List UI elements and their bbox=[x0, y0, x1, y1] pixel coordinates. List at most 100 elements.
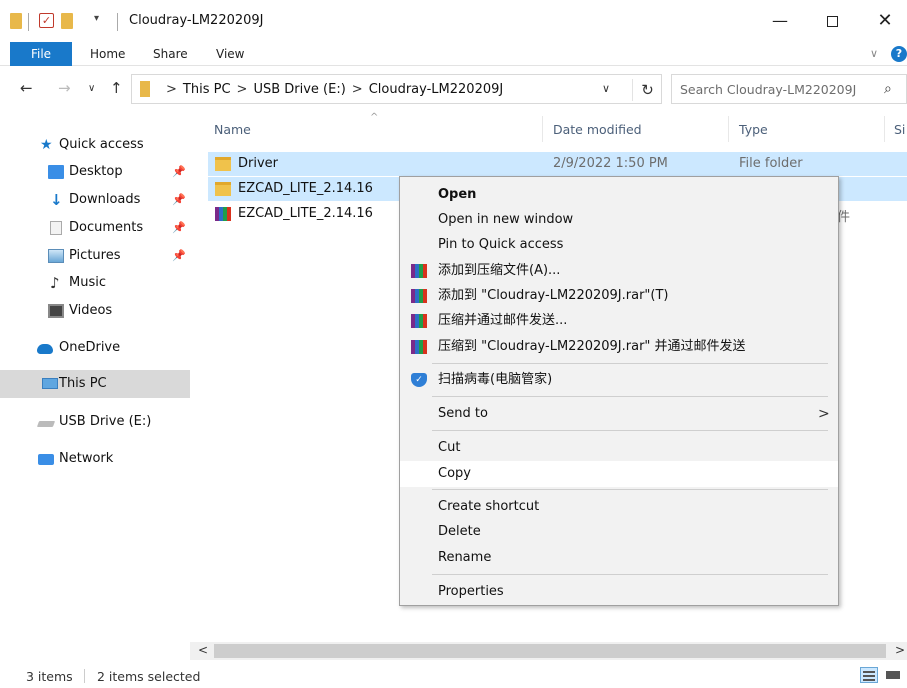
details-view-icon[interactable] bbox=[860, 667, 878, 683]
breadcrumb-usb-drive[interactable]: USB Drive (E:) bbox=[253, 82, 345, 97]
maximize-button[interactable] bbox=[812, 6, 852, 36]
menu-item-rar-add-named[interactable]: 添加到 "Cloudray-LM220209J.rar"(T) bbox=[400, 284, 838, 308]
menu-item-rename[interactable]: Rename bbox=[400, 546, 838, 570]
breadcrumb-this-pc[interactable]: This PC bbox=[183, 82, 231, 97]
breadcrumb-current-folder[interactable]: Cloudray-LM220209J bbox=[369, 82, 504, 97]
menu-label: Send to bbox=[438, 406, 488, 421]
tab-home[interactable]: Home bbox=[90, 42, 125, 66]
menu-item-rar-add[interactable]: 添加到压缩文件(A)... bbox=[400, 259, 838, 283]
menu-item-create-shortcut[interactable]: Create shortcut bbox=[400, 495, 838, 519]
recent-locations-chevron-icon[interactable]: ∨ bbox=[88, 83, 95, 94]
tab-file[interactable]: File bbox=[10, 42, 72, 66]
back-arrow-icon[interactable]: ← bbox=[20, 79, 33, 97]
sort-ascending-icon: ^ bbox=[370, 112, 379, 123]
column-size[interactable]: Si bbox=[894, 122, 905, 137]
menu-item-pin-quick-access[interactable]: Pin to Quick access bbox=[400, 233, 838, 257]
nav-item-onedrive[interactable]: OneDrive bbox=[0, 335, 190, 361]
address-bar[interactable]: > This PC > USB Drive (E:) > Cloudray-LM22020… bbox=[131, 74, 662, 104]
new-folder-icon[interactable] bbox=[61, 13, 73, 29]
winrar-icon bbox=[411, 289, 427, 303]
chevron-right-icon[interactable]: > bbox=[160, 82, 183, 97]
search-box[interactable]: Search Cloudray-LM220209J ⌕ bbox=[671, 74, 907, 104]
menu-label: 压缩并通过邮件发送... bbox=[438, 313, 568, 328]
large-icons-view-icon[interactable] bbox=[884, 667, 902, 683]
document-icon bbox=[50, 221, 62, 235]
file-row[interactable]: Driver 2/9/2022 1:50 PM File folder bbox=[208, 152, 907, 176]
menu-separator bbox=[432, 574, 828, 575]
videos-icon bbox=[48, 304, 64, 318]
expand-ribbon-icon[interactable]: ∨ bbox=[870, 47, 878, 60]
search-input[interactable]: Search Cloudray-LM220209J bbox=[680, 82, 856, 97]
column-type[interactable]: Type bbox=[739, 122, 768, 137]
address-dropdown-icon[interactable]: ∨ bbox=[602, 82, 610, 95]
nav-label: Pictures bbox=[69, 248, 121, 263]
menu-separator bbox=[432, 363, 828, 364]
column-divider[interactable] bbox=[728, 116, 729, 142]
nav-item-pictures[interactable]: Pictures 📌 bbox=[0, 243, 190, 269]
menu-item-rar-email[interactable]: 压缩并通过邮件发送... bbox=[400, 309, 838, 333]
folder-icon bbox=[140, 81, 150, 97]
file-type: File folder bbox=[739, 156, 803, 171]
properties-check-icon[interactable]: ✓ bbox=[39, 13, 54, 28]
minimize-button[interactable]: — bbox=[760, 6, 800, 36]
menu-item-delete[interactable]: Delete bbox=[400, 520, 838, 544]
menu-label: Open bbox=[438, 187, 477, 202]
menu-item-properties[interactable]: Properties bbox=[400, 580, 838, 604]
folder-icon bbox=[215, 157, 231, 171]
customize-quick-access-icon[interactable]: ▾ bbox=[94, 13, 99, 24]
refresh-icon[interactable]: ↻ bbox=[632, 79, 662, 101]
star-icon: ★ bbox=[40, 137, 53, 153]
tab-share[interactable]: Share bbox=[153, 42, 188, 66]
pin-icon[interactable]: 📌 bbox=[172, 159, 186, 185]
menu-item-rar-email-named[interactable]: 压缩到 "Cloudray-LM220209J.rar" 并通过邮件发送 bbox=[400, 335, 838, 359]
menu-item-scan-virus[interactable]: ✓ 扫描病毒(电脑管家) bbox=[400, 368, 838, 392]
menu-label: 添加到压缩文件(A)... bbox=[438, 263, 561, 278]
scroll-right-icon[interactable]: > bbox=[895, 643, 905, 657]
nav-item-desktop[interactable]: Desktop 📌 bbox=[0, 159, 190, 185]
nav-item-quick-access[interactable]: ★ Quick access bbox=[0, 132, 190, 158]
menu-label: Delete bbox=[438, 524, 481, 539]
pin-icon[interactable]: 📌 bbox=[172, 243, 186, 269]
nav-item-downloads[interactable]: ↓ Downloads 📌 bbox=[0, 187, 190, 213]
horizontal-scrollbar[interactable]: < > bbox=[190, 642, 907, 660]
scrollbar-thumb[interactable] bbox=[214, 644, 886, 658]
nav-item-this-pc[interactable]: This PC bbox=[0, 370, 190, 398]
column-divider[interactable] bbox=[542, 116, 543, 142]
nav-item-videos[interactable]: Videos bbox=[0, 298, 190, 324]
winrar-icon bbox=[411, 264, 427, 278]
scroll-left-icon[interactable]: < bbox=[198, 643, 208, 657]
column-date-modified[interactable]: Date modified bbox=[553, 122, 642, 137]
nav-item-music[interactable]: ♪ Music bbox=[0, 270, 190, 296]
list-line bbox=[863, 679, 875, 681]
menu-item-copy[interactable]: Copy bbox=[400, 461, 838, 487]
nav-label: Documents bbox=[69, 220, 144, 235]
menu-item-send-to[interactable]: Send to > bbox=[400, 402, 838, 426]
forward-arrow-icon[interactable]: → bbox=[58, 79, 71, 97]
pin-icon[interactable]: 📌 bbox=[172, 187, 186, 213]
chevron-right-icon[interactable]: > bbox=[231, 82, 254, 97]
help-icon[interactable]: ? bbox=[891, 46, 907, 62]
tab-view[interactable]: View bbox=[216, 42, 244, 66]
menu-item-cut[interactable]: Cut bbox=[400, 436, 838, 460]
column-divider[interactable] bbox=[884, 116, 885, 142]
chevron-right-icon[interactable]: > bbox=[346, 82, 369, 97]
search-icon[interactable]: ⌕ bbox=[884, 81, 892, 97]
nav-item-network[interactable]: Network bbox=[0, 446, 190, 472]
nav-item-usb-drive[interactable]: USB Drive (E:) bbox=[0, 409, 190, 435]
computer-icon bbox=[42, 378, 58, 389]
list-line bbox=[863, 671, 875, 673]
menu-item-open-new-window[interactable]: Open in new window bbox=[400, 208, 838, 232]
usb-drive-icon bbox=[36, 421, 56, 427]
navigation-pane: ★ Quick access Desktop 📌 ↓ Downloads 📌 D… bbox=[0, 112, 190, 642]
menu-label: 添加到 "Cloudray-LM220209J.rar"(T) bbox=[438, 288, 669, 303]
status-bar: 3 items 2 items selected bbox=[0, 660, 907, 688]
column-name[interactable]: Name bbox=[214, 122, 251, 137]
up-arrow-icon[interactable]: ↑ bbox=[110, 79, 123, 97]
divider bbox=[117, 13, 118, 31]
close-button[interactable]: ✕ bbox=[865, 6, 905, 36]
nav-label: Videos bbox=[69, 303, 113, 318]
menu-item-open[interactable]: Open bbox=[400, 183, 838, 207]
nav-item-documents[interactable]: Documents 📌 bbox=[0, 215, 190, 241]
pin-icon[interactable]: 📌 bbox=[172, 215, 186, 241]
menu-label: 扫描病毒(电脑管家) bbox=[438, 372, 553, 387]
